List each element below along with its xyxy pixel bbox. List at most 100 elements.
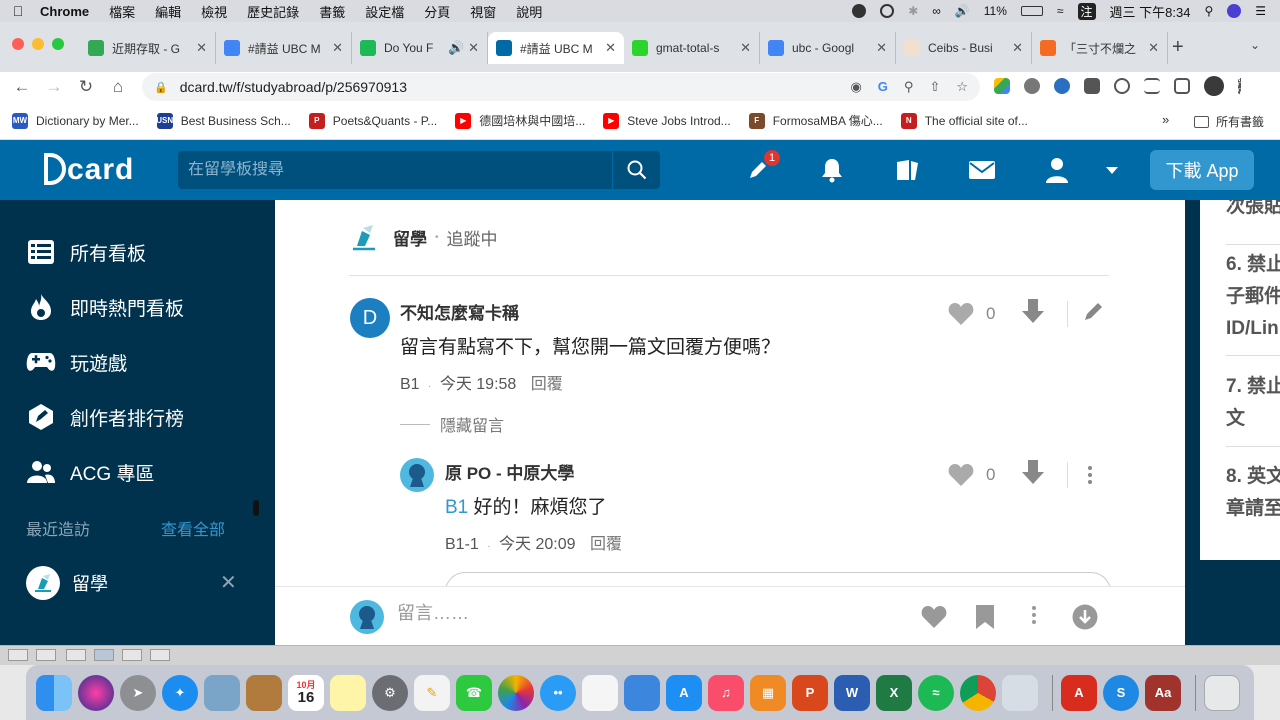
- bookmark-item[interactable]: ▶ Steve Jobs Introd...: [603, 112, 731, 129]
- edit-button[interactable]: [1082, 299, 1106, 328]
- more-options-icon[interactable]: [1032, 606, 1036, 624]
- sidebar-scrollbar[interactable]: [253, 500, 259, 516]
- screen-sharing-icon[interactable]: [1002, 674, 1038, 711]
- facetime-icon[interactable]: ☎: [456, 674, 492, 711]
- numbers-icon[interactable]: [582, 674, 618, 711]
- pages-icon[interactable]: ✎: [414, 674, 450, 711]
- menu-file[interactable]: 檔案: [99, 2, 145, 21]
- wifi-icon[interactable]: ≈: [1057, 4, 1064, 18]
- books-icon[interactable]: ▦: [750, 674, 786, 711]
- bookmark-item[interactable]: MW Dictionary by Mer...: [12, 112, 139, 129]
- recent-board-item[interactable]: 留學: [26, 566, 108, 600]
- reply-button[interactable]: 回覆: [590, 536, 622, 553]
- acrobat-icon[interactable]: A: [1061, 674, 1097, 711]
- browser-tab[interactable]: 「三寸不爛之 ✕: [1032, 32, 1168, 64]
- launchpad-icon[interactable]: ➤: [120, 674, 156, 711]
- app-store-icon[interactable]: A: [666, 674, 702, 711]
- new-tab-icon[interactable]: +: [1172, 36, 1184, 59]
- side-panel-icon[interactable]: [1174, 78, 1190, 94]
- all-bookmarks[interactable]: 所有書籤: [1194, 113, 1264, 130]
- cloud-icon[interactable]: [852, 4, 867, 18]
- notifications-button[interactable]: [818, 156, 846, 184]
- browser-tab[interactable]: 近期存取 - G ✕: [80, 32, 216, 64]
- bookmarks-overflow-icon[interactable]: »: [1162, 112, 1169, 127]
- lock-icon[interactable]: 🔒: [154, 81, 168, 94]
- board-study-abroad-icon[interactable]: [349, 223, 379, 253]
- browser-tab[interactable]: #請益 UBC M ✕: [488, 32, 624, 64]
- close-window-icon[interactable]: [12, 38, 24, 50]
- menu-help[interactable]: 說明: [506, 2, 552, 21]
- like-button[interactable]: 0: [948, 302, 995, 326]
- comment-author[interactable]: 不知怎麼寫卡稱: [400, 299, 519, 324]
- close-tab-icon[interactable]: ✕: [605, 40, 616, 56]
- reply-button[interactable]: 回覆: [531, 376, 563, 393]
- dictionary-icon[interactable]: Aa: [1145, 674, 1181, 711]
- account-dropdown[interactable]: [1098, 156, 1126, 184]
- powerpoint-icon[interactable]: P: [792, 674, 828, 711]
- hidden-comments-toggle[interactable]: 隱藏留言: [400, 412, 504, 436]
- scroll-down-button[interactable]: [1072, 604, 1098, 635]
- menu-bookmarks[interactable]: 書籤: [309, 2, 355, 21]
- more-options-icon[interactable]: [1088, 465, 1093, 484]
- save-post-button[interactable]: [975, 604, 995, 635]
- forward-icon[interactable]: →: [38, 77, 70, 97]
- system-preferences-icon[interactable]: ⚙: [372, 674, 408, 711]
- media-icon[interactable]: [1144, 78, 1160, 94]
- siri-icon[interactable]: [1227, 4, 1242, 18]
- close-tab-icon[interactable]: 🔊 ✕: [448, 40, 479, 56]
- apple-menu-icon[interactable]: : [0, 3, 36, 19]
- following-button[interactable]: 追蹤中: [447, 225, 498, 250]
- profile-button[interactable]: [1043, 156, 1071, 184]
- search-input[interactable]: [178, 161, 612, 179]
- google-lens-icon[interactable]: G: [878, 79, 888, 95]
- browser-tab[interactable]: #請益 UBC M ✕: [216, 32, 352, 64]
- dislike-button[interactable]: [1021, 459, 1045, 490]
- bookmark-item[interactable]: P Poets&Quants - P...: [308, 112, 437, 129]
- sidebar-item-acg[interactable]: ACG 專區: [26, 457, 154, 487]
- home-icon[interactable]: ⌂: [102, 77, 134, 97]
- sidebar-item-games[interactable]: 玩遊戲: [26, 347, 127, 377]
- notebook-icon[interactable]: [246, 674, 282, 711]
- view-all-link[interactable]: 查看全部: [161, 516, 225, 540]
- menu-profiles[interactable]: 設定檔: [355, 2, 414, 21]
- messages-icon[interactable]: ••: [540, 674, 576, 711]
- close-tab-icon[interactable]: ✕: [1148, 40, 1159, 56]
- profile-avatar[interactable]: [1204, 76, 1224, 96]
- spotify-icon[interactable]: ≈: [918, 674, 954, 711]
- finder-icon[interactable]: [36, 674, 72, 711]
- like-post-button[interactable]: [921, 605, 947, 634]
- bookmark-star-icon[interactable]: ☆: [956, 79, 968, 95]
- menu-edit[interactable]: 編輯: [145, 2, 191, 21]
- tab-search-chevron-icon[interactable]: ⌄: [1250, 38, 1260, 52]
- menu-tab[interactable]: 分頁: [414, 2, 460, 21]
- battery-icon[interactable]: [1020, 6, 1043, 16]
- omnibox[interactable]: 🔒 dcard.tw/f/studyabroad/p/256970913 ◉ G…: [142, 73, 980, 101]
- bookmark-item[interactable]: USN Best Business Sch...: [156, 112, 291, 129]
- dislike-button[interactable]: [1021, 298, 1045, 329]
- keynote-icon[interactable]: [624, 674, 660, 711]
- bookmark-item[interactable]: N The official site of...: [900, 112, 1028, 129]
- zoom-icon[interactable]: ⚲: [904, 79, 914, 95]
- calendar-icon[interactable]: 10月 16: [288, 674, 324, 711]
- comment-input[interactable]: [397, 603, 897, 624]
- like-button[interactable]: 0: [948, 463, 995, 487]
- ext-icon-3[interactable]: [1054, 78, 1070, 94]
- excel-icon[interactable]: X: [876, 674, 912, 711]
- word-icon[interactable]: W: [834, 674, 870, 711]
- bookmark-item[interactable]: ▶ 德國培林與中國培...: [455, 112, 585, 129]
- close-tab-icon[interactable]: ✕: [876, 40, 887, 56]
- commenter-avatar[interactable]: D: [350, 298, 390, 338]
- dcard-logo[interactable]: card: [44, 153, 134, 187]
- close-tab-icon[interactable]: ✕: [740, 40, 751, 56]
- safari-icon[interactable]: ✦: [162, 674, 198, 711]
- close-tab-icon[interactable]: ✕: [1012, 40, 1023, 56]
- share-icon[interactable]: ⇧: [929, 79, 940, 95]
- zoom-window-icon[interactable]: [52, 38, 64, 50]
- spotlight-icon[interactable]: ⚲: [1204, 4, 1213, 18]
- reload-icon[interactable]: ↻: [70, 77, 102, 97]
- extensions-puzzle-icon[interactable]: [1084, 78, 1100, 94]
- menu-view[interactable]: 檢視: [191, 2, 237, 21]
- remove-recent-icon[interactable]: ✕: [220, 570, 237, 595]
- chrome-icon[interactable]: [960, 674, 996, 711]
- browser-tab[interactable]: Ceibs - Busi ✕: [896, 32, 1032, 64]
